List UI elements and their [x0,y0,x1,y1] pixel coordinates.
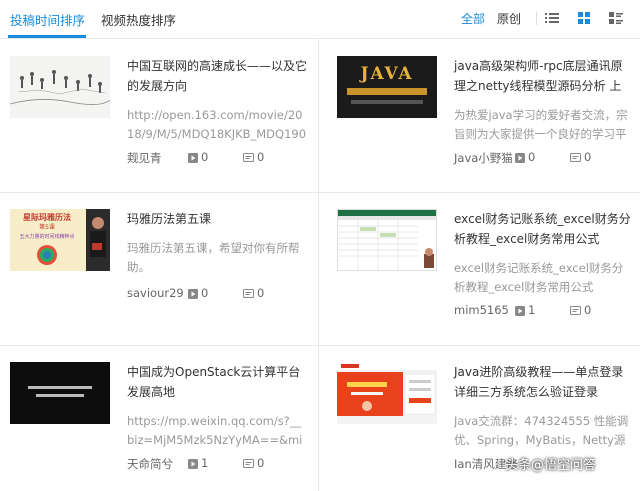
video-description: 玛雅历法第五课，希望对你有所帮助。 [127,241,300,274]
comment-count-value: 0 [584,303,592,317]
list-view-icon[interactable] [545,11,559,25]
tab-sort-by-upload-time[interactable]: 投稿时间排序 [10,10,85,29]
video-description: excel财务记账系统_excel财务分析教程_excel财务常用公式 [454,261,624,294]
row-divider [0,192,318,193]
comment-count-value: 0 [257,286,265,300]
comment-count: 0 [243,456,264,470]
video-meta: Java小野猫 0 0 [454,150,640,168]
video-title[interactable]: java高级架构师-rpc底层通讯原理之netty线程模型源码分析 上 [454,56,634,96]
row-divider [319,345,640,346]
comment-count-value: 0 [257,150,265,164]
detail-view-icon[interactable] [609,11,623,25]
thumbnail-text-line [36,394,84,397]
author-name[interactable]: 天命简兮 [127,456,173,472]
comment-icon [570,153,581,162]
thumbnail-text-line [28,386,92,389]
grid-view-icon[interactable] [577,11,591,25]
comment-count: 0 [243,150,264,164]
sort-tab-bar [0,0,640,39]
video-title[interactable]: Java进阶高级教程——单点登录详细三方系统怎么验证登录 [454,362,634,402]
video-thumbnail[interactable]: JAVA [337,56,437,118]
comment-count-value: 0 [257,456,265,470]
video-thumbnail[interactable]: 星际玛雅历法 第5课 五大力量的时间线精粹点 [10,209,110,271]
row-divider [0,345,318,346]
video-title[interactable]: 中国互联网的高速成长——以及它的发展方向 [127,56,307,96]
video-thumbnail[interactable] [10,362,110,424]
filter-separator [536,12,537,25]
comment-count: 0 [570,150,591,164]
author-name[interactable]: Java小野猫 [454,150,513,166]
play-count-value: 0 [201,286,209,300]
comment-icon [243,459,254,468]
comment-icon [243,289,254,298]
play-count-value: 1 [201,456,209,470]
play-count: 1 [515,303,535,317]
video-title[interactable]: 中国成为OpenStack云计算平台发展高地 [127,362,307,402]
thumbnail-caption: JAVA [360,64,414,84]
spreadsheet-image [338,210,436,270]
play-icon [188,459,198,469]
video-description: 为热爱java学习的爱好者交流，宗旨则为大家提供一个良好的学习平 [454,108,628,141]
tab-sort-by-popularity[interactable]: 视频热度排序 [101,10,176,29]
play-count: 1 [188,456,208,470]
video-description: http://open.163.com/movie/2018/9/M/5/MDQ… [127,108,307,141]
comment-count: 0 [243,286,264,300]
sketch-illustration-image [10,70,110,105]
play-icon [515,153,525,163]
course-banner-image [337,362,437,416]
play-count-value: 1 [528,303,536,317]
thumbnail-chips [351,100,423,104]
author-name[interactable]: 觌见青 [127,150,162,166]
row-divider [319,192,640,193]
play-icon [515,306,525,316]
active-tab-indicator [8,35,86,38]
comment-icon [570,306,581,315]
comment-icon [243,153,254,162]
play-count: 0 [188,150,208,164]
video-title[interactable]: 玛雅历法第五课 [127,209,307,229]
video-thumbnail[interactable] [337,209,437,271]
video-meta: 天命简兮 1 0 [127,456,317,474]
video-meta: 觌见青 0 0 [127,150,317,168]
comment-count: 0 [570,303,591,317]
site-watermark: 头条@悟空问答 [505,458,597,473]
play-icon [188,153,198,163]
video-thumbnail[interactable] [10,56,110,118]
play-count: 0 [515,150,535,164]
filter-original[interactable]: 原创 [497,10,521,27]
comment-count-value: 0 [584,150,592,164]
video-description: https://mp.weixin.qq.com/s?__biz=MjM5Mzk… [127,414,303,447]
play-icon [188,289,198,299]
author-name[interactable]: saviour29 [127,286,184,300]
column-divider [318,38,319,491]
play-count-value: 0 [201,150,209,164]
author-name[interactable]: mim5165 [454,303,509,317]
video-title[interactable]: excel财务记账系统_excel财务分析教程_excel财务常用公式 [454,209,634,249]
filter-all[interactable]: 全部 [461,10,485,27]
video-meta: saviour29 0 0 [127,286,317,304]
mandala-image [37,209,110,271]
video-thumbnail[interactable] [337,362,437,424]
video-description: Java交流群：474324555 性能调优、Spring，MyBatis，Ne… [454,414,629,447]
video-meta: mim5165 1 0 [454,303,640,321]
thumbnail-banner [347,88,427,95]
play-count: 0 [188,286,208,300]
play-count-value: 0 [528,150,536,164]
